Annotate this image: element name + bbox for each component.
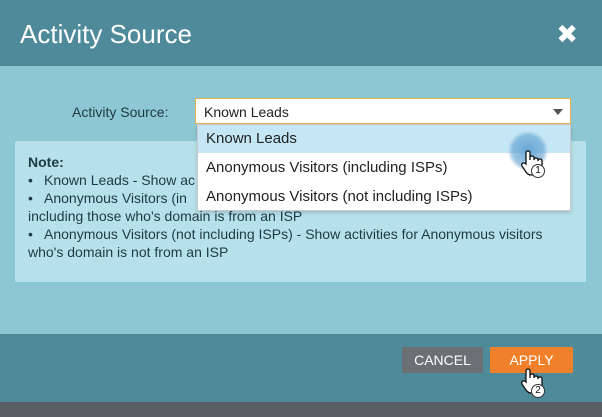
chevron-down-icon[interactable] [553,109,563,115]
dialog-title: Activity Source [20,19,192,49]
option-anonymous-not-including-isps[interactable]: Anonymous Visitors (not including ISPs) [198,183,570,211]
cancel-button[interactable]: CANCEL [402,347,483,373]
note-text: Anonymous Visitors (in [44,190,187,206]
step-badge: 1 [531,164,545,178]
bullet-icon: • [28,190,33,206]
activity-source-label: Activity Source: [72,104,169,120]
step-badge: 2 [531,384,545,398]
note-text: Known Leads - Show ac [44,172,195,188]
note-text: Anonymous Visitors (not including ISPs) … [44,226,543,242]
hand-cursor-icon: 1 [520,150,550,180]
activity-source-dialog: Activity Source ✖ Activity Source: Known… [0,0,602,402]
dialog-titlebar: Activity Source ✖ [0,0,602,66]
note-line: • Anonymous Visitors (not including ISPs)… [28,225,574,243]
bullet-icon: • [28,172,33,188]
hand-cursor-icon: 2 [520,368,550,400]
bullet-icon: • [28,226,33,242]
note-line: who's domain is not from an ISP [28,243,574,261]
close-icon[interactable]: ✖ [556,18,578,50]
note-text: who's domain is not from an ISP [28,244,229,260]
select-current-value: Known Leads [204,104,289,120]
activity-source-select[interactable]: Known Leads [195,98,571,124]
